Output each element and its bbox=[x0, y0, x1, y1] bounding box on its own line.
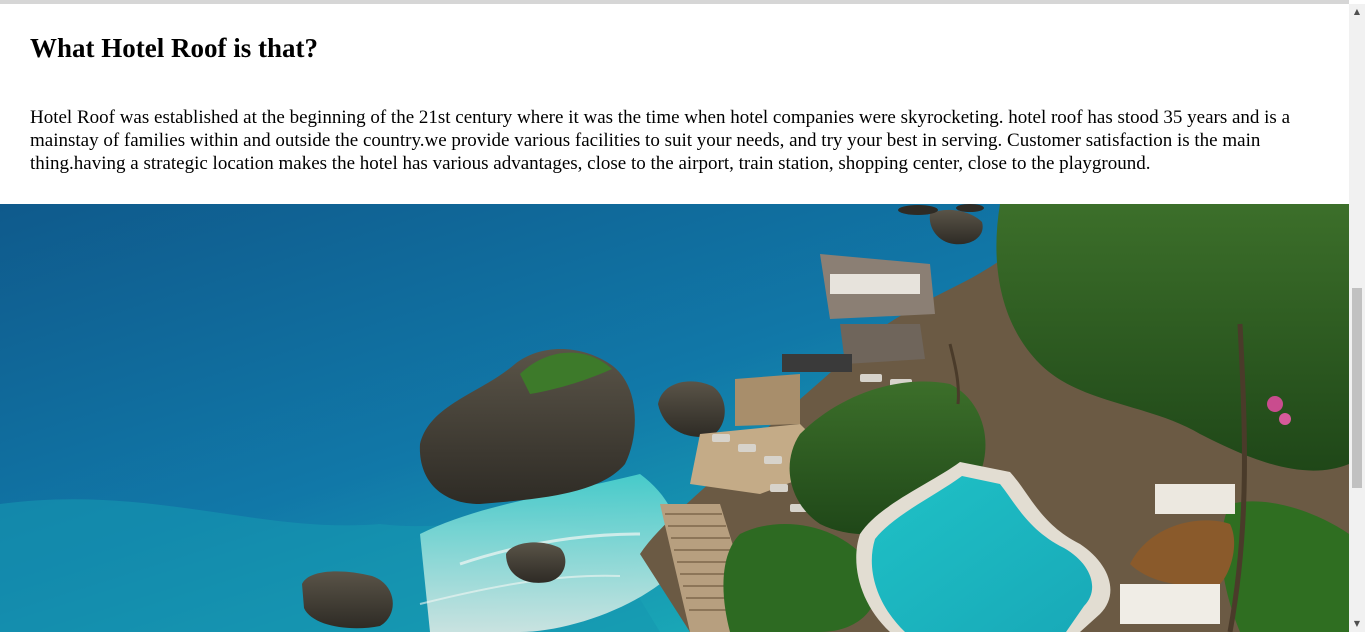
hero-image bbox=[0, 204, 1349, 632]
browser-viewport: What Hotel Roof is that? Hotel Roof was … bbox=[0, 0, 1365, 632]
page-content: What Hotel Roof is that? Hotel Roof was … bbox=[0, 4, 1349, 632]
section-title: What Hotel Roof is that? bbox=[30, 33, 318, 63]
triangle-up-icon[interactable]: ▲ bbox=[1349, 4, 1365, 20]
vertical-scrollbar[interactable]: ▲ ▼ bbox=[1349, 4, 1365, 632]
triangle-down-icon[interactable]: ▼ bbox=[1349, 616, 1365, 632]
scrollbar-thumb[interactable] bbox=[1352, 288, 1362, 488]
section-paragraph: Hotel Roof was established at the beginn… bbox=[30, 107, 1291, 174]
